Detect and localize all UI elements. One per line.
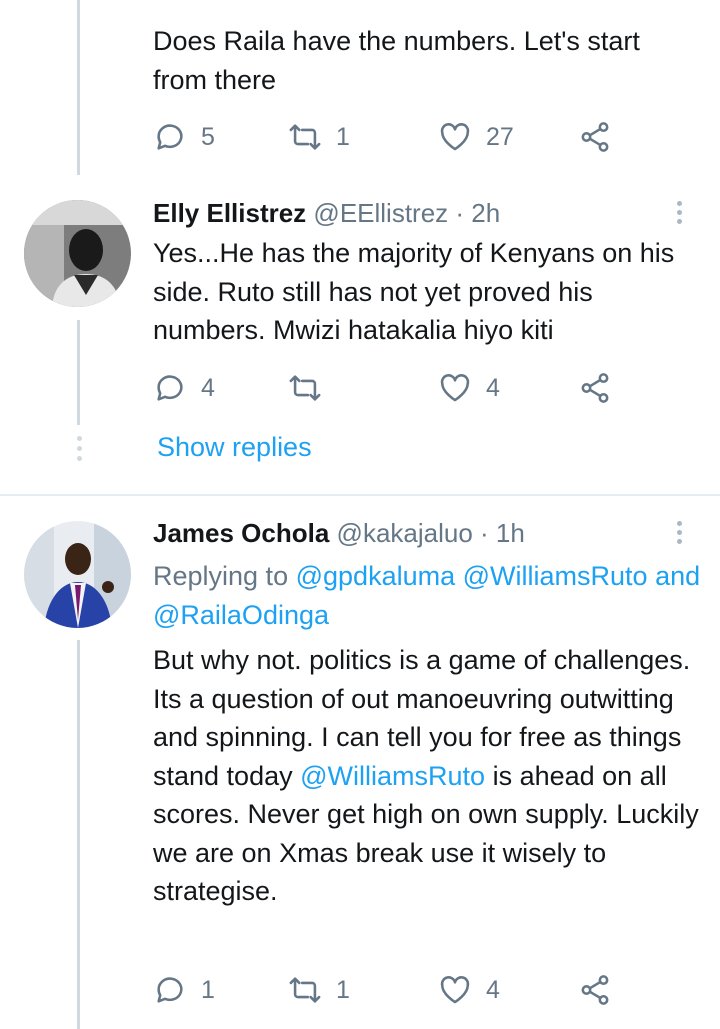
tweet-actions: 1 1 4 <box>153 970 673 1010</box>
retweet-count: 1 <box>336 975 350 1004</box>
reply-button[interactable]: 4 <box>153 368 215 408</box>
author-line: James Ochola @kakajaluo · 1h <box>153 518 525 548</box>
reply-icon <box>157 977 183 1003</box>
like-count: 4 <box>486 975 500 1004</box>
share-icon <box>581 975 609 1005</box>
retweet-count: 1 <box>336 122 350 151</box>
like-icon <box>440 123 470 151</box>
replying-to-line: Replying to @gpdkaluma @WilliamsRuto and… <box>153 557 713 634</box>
replying-and: and <box>655 561 701 591</box>
thread-line <box>77 320 80 425</box>
reply-count: 4 <box>201 373 215 402</box>
mention-link[interactable]: @WilliamsRuto <box>463 561 648 591</box>
author-handle[interactable]: @kakajaluo <box>337 518 473 548</box>
like-icon <box>440 976 470 1004</box>
reply-button[interactable]: 5 <box>153 117 215 157</box>
share-button[interactable] <box>578 368 612 408</box>
share-icon <box>581 373 609 403</box>
share-button[interactable] <box>578 117 612 157</box>
tweet-time: 1h <box>495 518 525 548</box>
retweet-button[interactable]: 1 <box>288 117 350 157</box>
tweet-actions: 5 1 27 <box>153 117 673 157</box>
like-button[interactable]: 4 <box>438 368 500 408</box>
thread-line <box>77 640 80 1029</box>
reply-count: 1 <box>201 975 215 1004</box>
retweet-button[interactable]: 1 <box>288 970 350 1010</box>
retweet-button[interactable] <box>288 368 336 408</box>
tweet-text: Yes...He has the majority of Kenyans on … <box>153 238 675 345</box>
retweet-icon <box>289 375 321 401</box>
mention-link[interactable]: @WilliamsRuto <box>300 761 485 791</box>
mention-link[interactable]: @gpdkaluma <box>296 561 456 591</box>
mention-link[interactable]: @RailaOdinga <box>153 600 329 630</box>
avatar[interactable] <box>24 200 131 307</box>
thread-dots <box>75 436 83 466</box>
more-icon[interactable] <box>675 201 683 229</box>
share-button[interactable] <box>578 970 612 1010</box>
tweet-text: Does Raila have the numbers. Let's start… <box>153 26 640 95</box>
tweet-text: But why not. politics is a game of chall… <box>153 641 701 911</box>
replying-to-label: Replying to <box>153 561 289 591</box>
reply-count: 5 <box>201 122 215 151</box>
reply-icon <box>157 124 183 150</box>
reply-icon <box>157 375 183 401</box>
author-name[interactable]: James Ochola <box>153 518 329 548</box>
author-line: Elly Ellistrez @EEllistrez · 2h <box>153 198 501 228</box>
thread-line <box>77 0 80 175</box>
tweet-actions: 4 4 <box>153 368 673 408</box>
like-count: 4 <box>486 373 500 402</box>
like-count: 27 <box>486 122 514 151</box>
divider <box>0 494 720 496</box>
more-icon[interactable] <box>675 521 683 549</box>
author-name[interactable]: Elly Ellistrez <box>153 198 306 228</box>
share-icon <box>581 122 609 152</box>
retweet-icon <box>289 977 321 1003</box>
show-replies-link[interactable]: Show replies <box>157 432 312 463</box>
like-button[interactable]: 4 <box>438 970 500 1010</box>
author-handle[interactable]: @EEllistrez <box>313 198 448 228</box>
tweet-time: 2h <box>471 198 501 228</box>
avatar[interactable] <box>24 521 131 628</box>
reply-button[interactable]: 1 <box>153 970 215 1010</box>
like-icon <box>440 374 470 402</box>
like-button[interactable]: 27 <box>438 117 514 157</box>
retweet-icon <box>289 124 321 150</box>
